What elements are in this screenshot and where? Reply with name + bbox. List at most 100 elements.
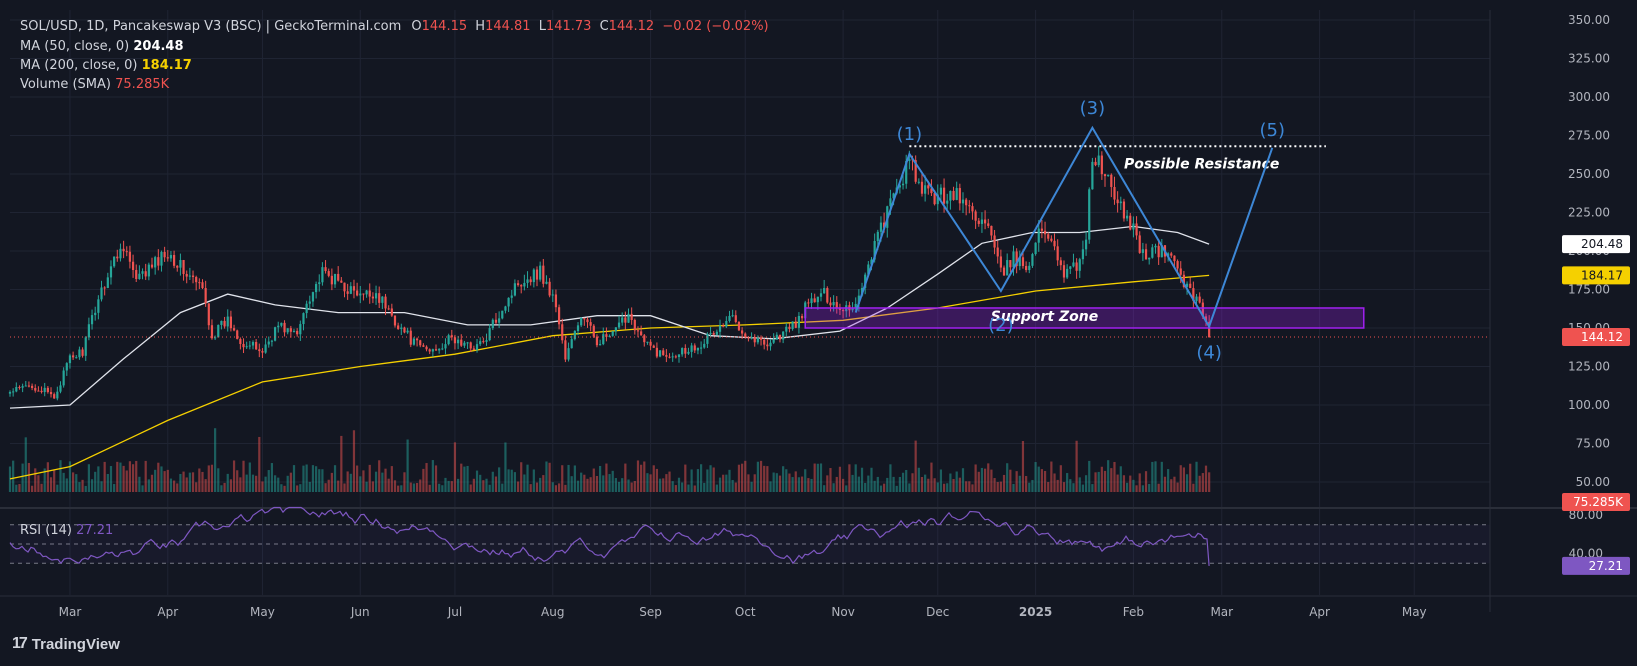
- volume-bar: [1163, 476, 1167, 492]
- volume-bar: [381, 472, 384, 492]
- volume-bar: [520, 462, 523, 492]
- candle-body: [43, 387, 46, 393]
- tradingview-logo[interactable]: 17 TradingView: [12, 635, 120, 653]
- candle-body: [191, 275, 195, 278]
- volume-bar: [258, 436, 261, 492]
- price-tick-label: 125.00: [1568, 360, 1610, 374]
- candle-body: [494, 319, 498, 323]
- volume-bar: [283, 485, 286, 492]
- candle-body: [1053, 240, 1056, 247]
- ohlc-o-value: 144.15: [421, 19, 468, 34]
- volume-bar: [236, 470, 239, 492]
- candle-body: [807, 302, 810, 304]
- ma50-value: 204.48: [133, 39, 184, 54]
- candle-body: [450, 335, 453, 338]
- volume-bar: [409, 482, 412, 492]
- volume-bar: [554, 485, 558, 492]
- candle-body: [280, 322, 283, 326]
- volume-bar: [1182, 467, 1186, 492]
- volume-bar: [447, 480, 450, 492]
- volume-bar: [602, 475, 605, 492]
- candle-body: [349, 286, 352, 294]
- candle-body: [551, 294, 554, 296]
- volume-bar: [1012, 483, 1015, 492]
- candle-body: [1148, 257, 1151, 260]
- time-tick-label: Jun: [350, 605, 370, 619]
- volume-bar: [592, 468, 595, 492]
- volume-bar: [113, 484, 116, 492]
- volume-bar: [1015, 471, 1018, 492]
- candle-body: [649, 341, 652, 346]
- candle-body: [529, 279, 532, 283]
- candle-body: [34, 388, 37, 391]
- volume-bar: [696, 469, 700, 492]
- candle-body: [94, 312, 97, 316]
- candle-body: [1021, 257, 1025, 267]
- volume-bar: [955, 471, 958, 492]
- volume-bar: [154, 469, 157, 492]
- candle-body: [371, 296, 375, 299]
- volume-bar: [1122, 475, 1126, 492]
- volume-bar: [150, 474, 154, 492]
- candle-body: [296, 330, 299, 335]
- candle-body: [1078, 259, 1081, 271]
- volume-bar: [1043, 470, 1047, 492]
- candle-body: [699, 347, 703, 349]
- volume-bar: [18, 484, 21, 492]
- volume-bar: [53, 470, 56, 492]
- candle-body: [794, 321, 797, 328]
- volume-bar: [444, 477, 447, 492]
- volume-bar: [712, 467, 715, 492]
- ma50-legend[interactable]: MA (50, close, 0) 204.48: [20, 39, 184, 54]
- candle-body: [640, 331, 643, 336]
- volume-bar: [617, 481, 621, 492]
- volume-bar: [605, 463, 608, 492]
- volume-bar: [1167, 469, 1170, 492]
- volume-bar: [1100, 466, 1103, 492]
- volume-bar: [479, 474, 482, 492]
- volume-bar: [264, 476, 267, 492]
- candle-body: [1151, 247, 1154, 258]
- candle-body: [946, 200, 949, 204]
- candle-body: [681, 348, 684, 355]
- candle-body: [605, 334, 608, 337]
- volume-bar: [1097, 471, 1100, 492]
- volume-bar: [229, 479, 232, 492]
- candle-body: [924, 185, 927, 194]
- price-chart[interactable]: Support ZonePossible Resistance(1)(2)(3)…: [0, 0, 1637, 666]
- volume-bar: [72, 472, 75, 492]
- volume-bar: [1113, 461, 1116, 492]
- volume-bar: [141, 485, 144, 492]
- candle-body: [602, 334, 605, 345]
- volume-value: 75.285K: [115, 77, 170, 92]
- volume-bar: [901, 472, 905, 492]
- volume-bar: [797, 477, 801, 492]
- candle-body: [475, 344, 479, 350]
- price-tick-label: 350.00: [1568, 13, 1610, 27]
- volume-legend[interactable]: Volume (SMA) 75.285K: [20, 77, 169, 92]
- volume-bar: [1088, 460, 1091, 492]
- candle-body: [447, 335, 450, 345]
- candle-body: [1170, 253, 1173, 256]
- candle-body: [289, 328, 292, 332]
- candle-body: [352, 286, 356, 291]
- volume-bar: [832, 483, 835, 492]
- candle-body: [703, 343, 706, 348]
- volume-bar: [1006, 463, 1009, 492]
- candle-body: [160, 251, 163, 266]
- price-tick-label: 225.00: [1568, 206, 1610, 220]
- rsi-legend[interactable]: RSI (14) 27.21: [20, 523, 113, 538]
- rsi-value: 27.21: [76, 523, 114, 538]
- volume-bar: [785, 469, 788, 492]
- volume-bar: [37, 475, 40, 492]
- volume-bar: [1157, 483, 1160, 492]
- candle-body: [573, 330, 576, 340]
- candle-body: [939, 187, 943, 195]
- volume-bar: [415, 482, 419, 492]
- ma200-legend[interactable]: MA (200, close, 0) 184.17: [20, 58, 192, 73]
- candle-body: [469, 342, 472, 349]
- candle-body: [791, 321, 794, 329]
- candle-body: [759, 337, 763, 340]
- volume-bar: [1047, 482, 1050, 492]
- candle-body: [198, 282, 201, 284]
